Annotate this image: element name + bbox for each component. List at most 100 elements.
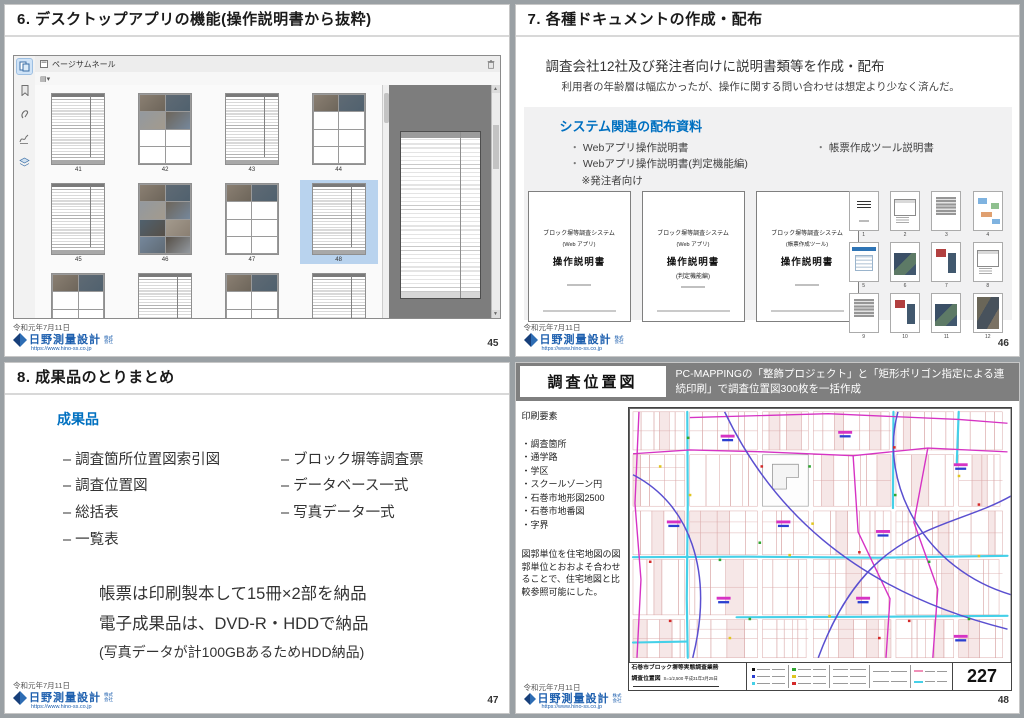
page-thumbnail[interactable] — [225, 273, 279, 318]
thumbnail-page-number: 48 — [303, 257, 375, 263]
legend-line-symbol — [914, 681, 923, 683]
bullet-item: Webアプリ操作説明書(判定機能編) — [570, 156, 748, 172]
cover-date-placeholder — [681, 286, 705, 288]
intro-text: 調査会社12社及び発注者向けに説明書類等を作成・配布 — [546, 55, 1020, 75]
company-logo-icon — [13, 691, 27, 705]
deliverable-item: 写真データ一式 — [281, 500, 424, 527]
print-element-item: 学区 — [522, 465, 625, 479]
page-thumbnail[interactable] — [138, 273, 192, 318]
legend-row — [752, 675, 786, 679]
thumbnail-cell: 42 — [126, 90, 204, 174]
legend-row — [752, 668, 786, 672]
slide-page-number: 47 — [487, 695, 498, 706]
attachments-icon[interactable] — [17, 107, 32, 122]
manual-page-thumbnail — [890, 191, 920, 231]
legend-row — [792, 668, 826, 672]
slide-page-number: 45 — [487, 338, 498, 349]
page-thumbnail[interactable] — [51, 273, 105, 318]
slide-9-survey-location-map: 調査位置図 PC-MAPPINGの「整飾プロジェクト」と「矩形ポリゴン指定による… — [515, 362, 1021, 715]
legend-group-5 — [910, 665, 951, 688]
thumbnail-cell: 50 — [126, 270, 204, 318]
page-thumbnail[interactable] — [51, 183, 105, 255]
layers-icon[interactable] — [17, 155, 32, 170]
page-thumbnail[interactable] — [51, 93, 105, 165]
sidebar-item-list: 調査箇所通学路学区スクールゾーン円石巻市地形図2500石巻市地番図字界 — [522, 438, 625, 533]
legend-text-placeholder — [833, 676, 849, 677]
cover-title: 操作説明書 — [529, 254, 630, 268]
manual-page-cell: 2 — [890, 191, 920, 238]
legend-row — [752, 682, 786, 686]
legend-text-placeholder — [937, 671, 947, 672]
document-scrollbar-thumb[interactable] — [493, 125, 499, 169]
slide-page-number: 46 — [998, 338, 1009, 349]
delivery-notes: 帳票は印刷製本して15冊×2部を納品電子成果品は、DVD-R・HDDで納品(写真… — [99, 579, 369, 666]
legend-text-placeholder — [798, 676, 811, 677]
manual-page-number: 3 — [931, 232, 961, 238]
deliverable-item: 調査箇所位置図索引図 — [63, 447, 220, 474]
thumbnail-options-dropdown[interactable]: ▤▾ — [40, 75, 50, 83]
slide-6-desktop-app: 6. デスクトップアプリの機能(操作説明書から抜粋) — [4, 4, 510, 357]
thumbnail-cell: 44 — [300, 90, 378, 174]
thumbnail-cell: 45 — [39, 180, 117, 264]
legend-text-placeholder — [925, 671, 935, 672]
manual-page-thumbnail — [973, 293, 1003, 333]
company-suffix: 株式会社 — [104, 693, 113, 702]
pdf-viewer-window: ページサムネール ▤▾ 414243444546474849505152 ▲ ▼ — [13, 55, 501, 319]
document-scrollbar[interactable]: ▲ ▼ — [491, 85, 500, 318]
document-view-pane — [389, 85, 492, 318]
legend-symbol — [792, 668, 796, 672]
thumbnail-toolbar: ▤▾ — [35, 72, 500, 86]
map-title-line1: 石巻市ブロック塀等実態調査業務 — [632, 665, 743, 673]
thumbnail-cell: 46 — [126, 180, 204, 264]
slide-6-title: 6. デスクトップアプリの機能(操作説明書から抜粋) — [5, 5, 509, 37]
page-thumbnail[interactable] — [312, 93, 366, 165]
viewer-nav-strip — [14, 56, 36, 318]
scroll-down-arrow[interactable]: ▼ — [492, 310, 500, 318]
manual-page-number: 6 — [890, 283, 920, 289]
thumbnail-cell: 47 — [213, 180, 291, 264]
manual-page-thumbnail — [890, 293, 920, 333]
deliverable-item: ブロック塀等調査票 — [281, 447, 424, 474]
panel-options-icon[interactable] — [40, 60, 48, 68]
page-thumbnail[interactable] — [225, 183, 279, 255]
legend-row — [914, 670, 948, 672]
footer-date: 令和元年7月11日 — [13, 324, 113, 332]
thumbnail-grid: 414243444546474849505152 — [35, 85, 382, 318]
manual-page-cell: 3 — [931, 191, 961, 238]
page-thumbnail[interactable] — [138, 183, 192, 255]
page-thumbnails-icon[interactable] — [17, 59, 32, 74]
legend-text-placeholder — [813, 676, 826, 677]
map-title-block: 石巻市ブロック塀等実態調査業務 調査位置図S=1/2,500 平成31年3月25… — [629, 662, 1012, 690]
legend-row — [873, 681, 907, 682]
legend-row — [833, 683, 867, 684]
manual-page-cell: 5 — [849, 242, 879, 289]
manual-page-number: 7 — [931, 283, 961, 289]
panel-heading: システム関連の配布資料 — [560, 116, 703, 135]
thumbnail-page-number: 44 — [303, 167, 375, 173]
legend-symbol — [752, 682, 756, 686]
trash-icon[interactable] — [487, 60, 495, 69]
panel-header: ページサムネール — [35, 56, 500, 73]
bookmarks-icon[interactable] — [17, 83, 32, 98]
company-logo-icon — [524, 333, 538, 347]
page-thumbnail[interactable] — [225, 93, 279, 165]
page-thumbnail[interactable] — [138, 93, 192, 165]
cover-footer-placeholder — [657, 310, 730, 312]
cover-system-name: ブロック塀等調査システム — [643, 228, 744, 237]
map-title-line2: 調査位置図S=1/2,500 平成31年3月25日 — [632, 673, 743, 682]
scroll-up-arrow[interactable]: ▲ — [492, 85, 500, 93]
legend-text-placeholder — [891, 671, 907, 672]
cover-date-placeholder — [795, 284, 819, 286]
deliverable-item: 総括表 — [63, 500, 220, 527]
manual-page-cell: 6 — [890, 242, 920, 289]
company-url: https://www.hino-ss.co.jp — [542, 346, 624, 352]
signatures-icon[interactable] — [17, 131, 32, 146]
legend-text-placeholder — [833, 683, 849, 684]
thumbnail-cell: 43 — [213, 90, 291, 174]
legend-text-placeholder — [757, 669, 770, 670]
print-element-item: 石巻市地形図2500 — [522, 492, 625, 506]
page-thumbnail[interactable] — [312, 273, 366, 318]
slide-7-documents: 7. 各種ドキュメントの作成・配布 調査会社12社及び発注者向けに説明書類等を作… — [515, 4, 1021, 357]
cover-footer-placeholder — [771, 310, 844, 312]
page-thumbnail[interactable] — [312, 183, 366, 255]
